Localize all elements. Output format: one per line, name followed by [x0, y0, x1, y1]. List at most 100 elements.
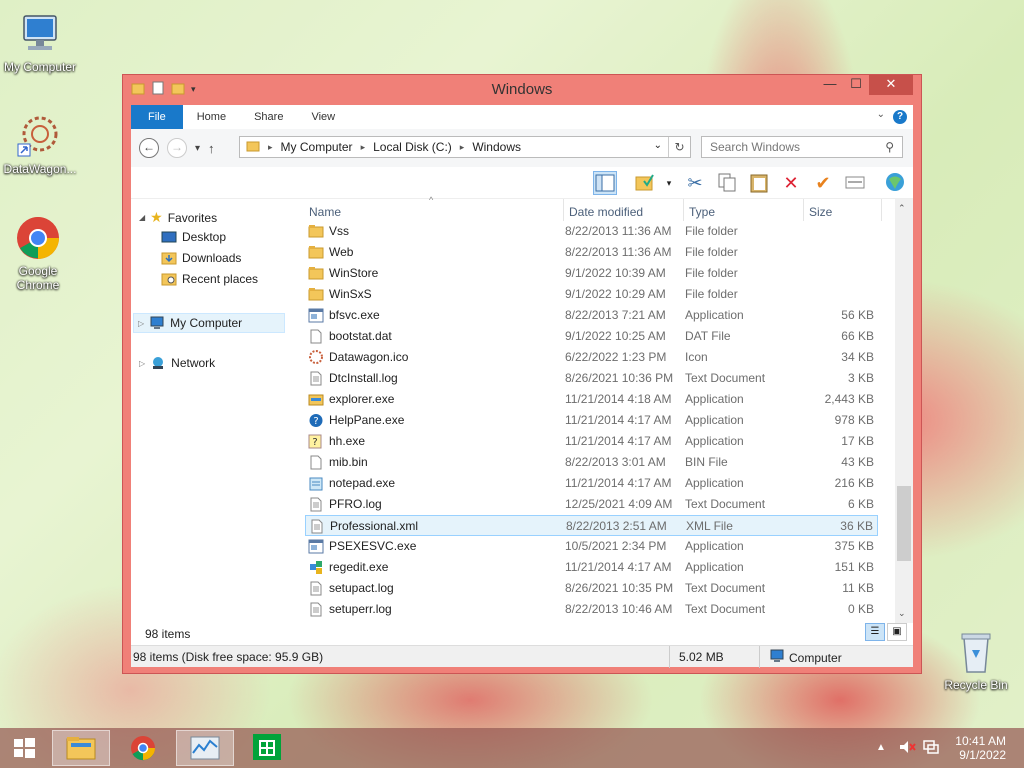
breadcrumb-windows[interactable]: Windows [472, 140, 521, 154]
file-row[interactable]: Web 8/22/2013 11:36 AM File folder [305, 242, 878, 263]
start-button[interactable] [0, 730, 48, 766]
nav-desktop[interactable]: Desktop [161, 230, 226, 244]
recent-locations-button[interactable]: ▾ [195, 143, 200, 154]
address-bar[interactable]: ▸ My Computer ▸ Local Disk (C:) ▸ Window… [239, 136, 691, 158]
search-icon[interactable]: ⚲ [885, 140, 894, 154]
computer-icon [16, 10, 64, 58]
ico-icon [308, 350, 324, 365]
search-input[interactable]: Search Windows ⚲ [701, 136, 903, 158]
file-row[interactable]: Professional.xml 8/22/2013 2:51 AM XML Fil… [305, 515, 878, 536]
breadcrumb-separator-icon[interactable]: ▸ [268, 142, 273, 153]
breadcrumb-separator-icon[interactable]: ▸ [361, 142, 366, 153]
file-row[interactable]: ? HelpPane.exe 11/21/2014 4:17 AM Applicati… [305, 410, 878, 431]
collapse-arrow-icon[interactable]: ◢ [139, 213, 145, 222]
file-row[interactable]: Vss 8/22/2013 11:36 AM File folder [305, 221, 878, 242]
delete-icon[interactable]: ✕ [779, 171, 803, 195]
globe-icon[interactable] [883, 171, 907, 195]
select-dropdown-icon[interactable]: ▾ [657, 171, 681, 195]
cut-icon[interactable]: ✂ [683, 171, 707, 195]
file-row[interactable]: ? hh.exe 11/21/2014 4:17 AM Application 17 K… [305, 431, 878, 452]
rename-check-icon[interactable]: ✔ [811, 171, 835, 195]
scroll-down-icon[interactable]: ⌄ [898, 608, 906, 619]
file-row[interactable]: WinStore 9/1/2022 10:39 AM File folder [305, 263, 878, 284]
file-row[interactable]: mib.bin 8/22/2013 3:01 AM BIN File 43 KB [305, 452, 878, 473]
close-button[interactable]: ✕ [869, 75, 913, 95]
maximize-button[interactable]: ☐ [843, 75, 869, 95]
breadcrumb-my-computer[interactable]: My Computer [281, 140, 353, 154]
nav-downloads[interactable]: Downloads [161, 251, 241, 265]
file-date: 9/1/2022 10:29 AM [565, 287, 666, 301]
help-icon[interactable]: ? [893, 110, 907, 124]
file-row[interactable]: Datawagon.ico 6/22/2022 1:23 PM Icon 34 KB [305, 347, 878, 368]
file-row[interactable]: bootstat.dat 9/1/2022 10:25 AM DAT File 66 … [305, 326, 878, 347]
file-row[interactable]: PSEXESVC.exe 10/5/2021 2:34 PM Application… [305, 536, 878, 557]
show-hidden-icons-icon[interactable]: ▲ [876, 742, 886, 753]
properties-icon[interactable] [843, 171, 867, 195]
status-location: Computer [789, 650, 842, 665]
nav-network[interactable]: ▷ Network [139, 356, 215, 370]
file-row[interactable]: setupact.log 8/26/2021 10:35 PM Text Docum… [305, 578, 878, 599]
expand-arrow-icon[interactable]: ▷ [139, 359, 145, 368]
address-dropdown-icon[interactable]: ⌄ [654, 140, 662, 151]
clock[interactable]: 10:41 AM 9/1/2022 [955, 734, 1006, 762]
file-row[interactable]: WinSxS 9/1/2022 10:29 AM File folder [305, 284, 878, 305]
details-view-icon[interactable]: ☰ [865, 623, 885, 641]
desktop-icon-recycle-bin[interactable]: Recycle Bin [936, 628, 1016, 692]
text-icon [309, 519, 325, 534]
column-header-size[interactable]: Size [809, 205, 832, 219]
refresh-icon[interactable]: ↻ [668, 137, 690, 157]
nav-favorites[interactable]: ◢ ★ Favorites [139, 209, 217, 226]
back-button[interactable]: ← [139, 138, 159, 158]
column-header-date[interactable]: Date modified [569, 205, 643, 219]
file-row[interactable]: bfsvc.exe 8/22/2013 7:21 AM Application 56 … [305, 305, 878, 326]
file-type: Application [685, 413, 744, 427]
taskbar-chrome[interactable] [114, 730, 172, 766]
file-size: 3 KB [847, 371, 874, 385]
desktop-icon-my-computer[interactable]: My Computer [0, 10, 80, 74]
large-icons-view-icon[interactable]: ▣ [887, 623, 907, 641]
file-name: Datawagon.ico [329, 350, 409, 364]
taskbar-file-explorer[interactable] [52, 730, 110, 766]
column-header-type[interactable]: Type [689, 205, 715, 219]
tab-view[interactable]: View [297, 105, 349, 129]
breadcrumb-local-disk[interactable]: Local Disk (C:) [373, 140, 452, 154]
taskbar-store[interactable] [238, 730, 296, 766]
column-header-name[interactable]: Name [309, 205, 341, 219]
volume-muted-icon[interactable] [898, 738, 916, 759]
desktop-icon-chrome[interactable]: Google Chrome [0, 214, 78, 292]
expand-arrow-icon[interactable]: ▷ [138, 319, 144, 328]
select-icon[interactable] [633, 171, 657, 195]
copy-icon[interactable] [715, 171, 739, 195]
file-row[interactable]: explorer.exe 11/21/2014 4:18 AM Applicatio… [305, 389, 878, 410]
file-row[interactable]: setuperr.log 8/22/2013 10:46 AM Text Docum… [305, 599, 878, 620]
taskbar-task-manager[interactable] [176, 730, 234, 766]
file-row[interactable]: notepad.exe 11/21/2014 4:17 AM Application… [305, 473, 878, 494]
nav-my-computer[interactable]: ▷ My Computer [133, 313, 285, 333]
tab-file[interactable]: File [131, 105, 183, 129]
breadcrumb-separator-icon[interactable]: ▸ [460, 142, 465, 153]
file-name: PSEXESVC.exe [329, 539, 417, 553]
nav-recent-places[interactable]: Recent places [161, 272, 258, 286]
minimize-button[interactable]: — [817, 75, 843, 95]
tab-share[interactable]: Share [240, 105, 297, 129]
title-bar[interactable]: ▾ Windows — ☐ ✕ [123, 75, 921, 103]
forward-button[interactable]: → [167, 138, 187, 158]
nav-desktop-label: Desktop [182, 230, 227, 244]
vertical-scrollbar[interactable]: ⌃ ⌄ [895, 199, 913, 623]
paste-icon[interactable] [747, 171, 771, 195]
scrollbar-thumb[interactable] [897, 486, 911, 561]
store-icon [253, 734, 281, 760]
file-row[interactable]: DtcInstall.log 8/26/2021 10:36 PM Text Doc… [305, 368, 878, 389]
file-type: File folder [685, 287, 738, 301]
up-button[interactable]: ↑ [208, 141, 215, 156]
file-date: 11/21/2014 4:18 AM [565, 392, 672, 406]
nav-recent-label: Recent places [182, 272, 259, 286]
preview-pane-button[interactable] [593, 171, 617, 195]
desktop-icon-datawagon[interactable]: DataWagon... [0, 112, 80, 176]
expand-ribbon-icon[interactable]: ⌄ [877, 109, 885, 120]
network-status-icon[interactable] [922, 738, 940, 759]
file-row[interactable]: regedit.exe 11/21/2014 4:17 AM Application… [305, 557, 878, 578]
tab-home[interactable]: Home [183, 105, 240, 129]
scroll-up-icon[interactable]: ⌃ [898, 203, 906, 214]
file-row[interactable]: PFRO.log 12/25/2021 4:09 AM Text Document 6… [305, 494, 878, 515]
